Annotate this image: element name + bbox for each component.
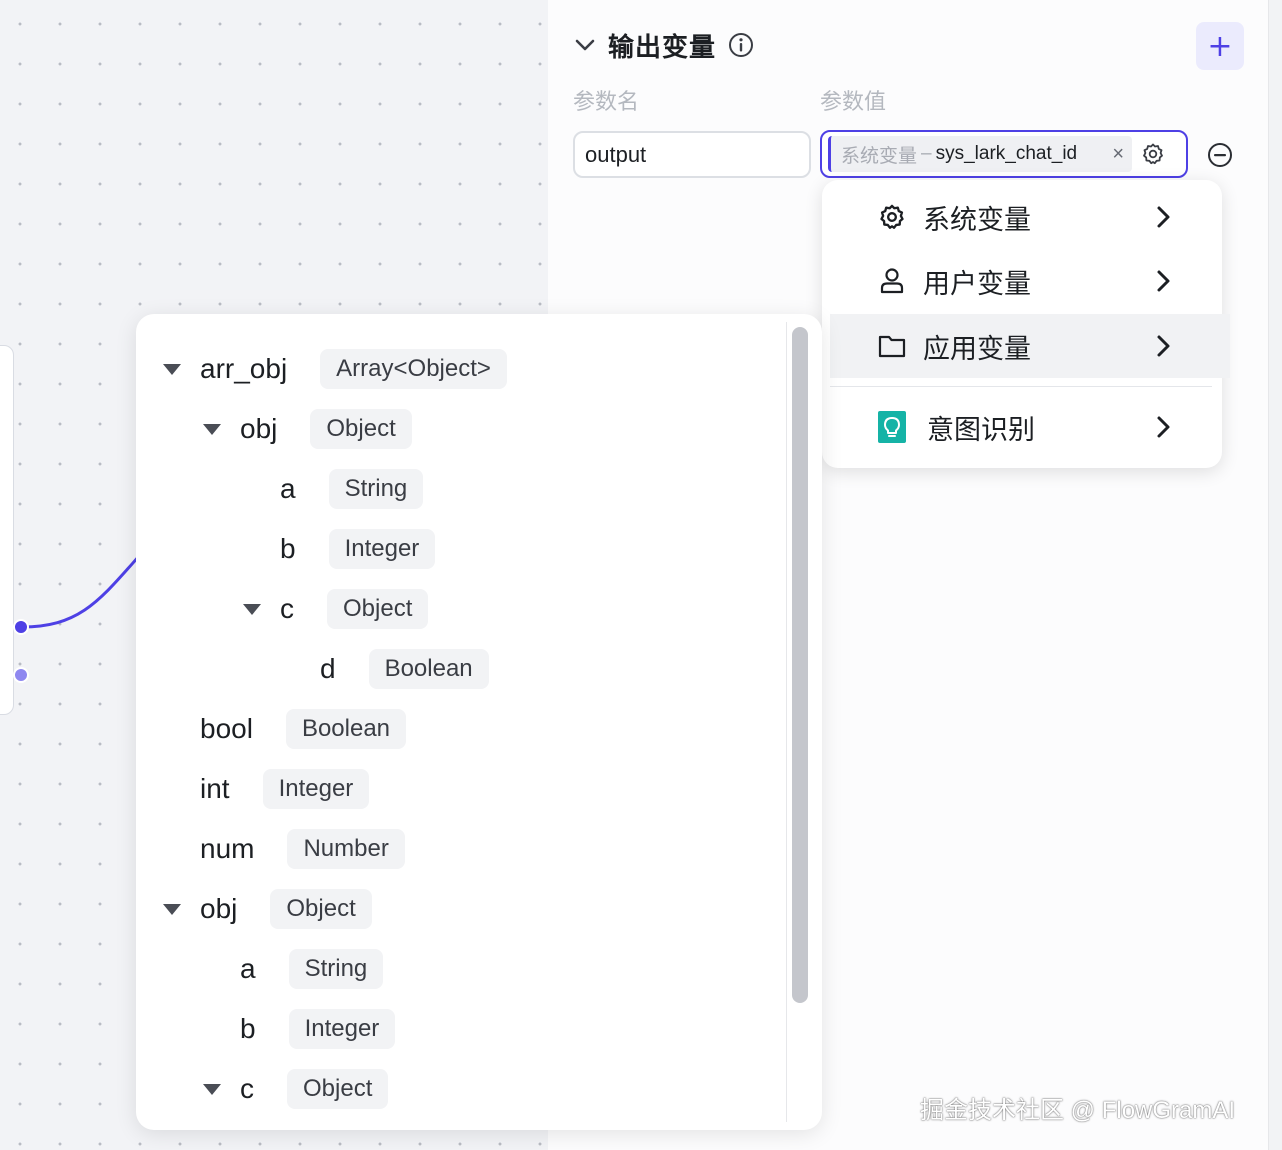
tree-row[interactable]: c Object — [240, 1067, 389, 1111]
tree-row-name: b — [280, 533, 296, 564]
menu-item-label: 应用变量 — [923, 333, 1031, 365]
tree-row[interactable]: a String — [280, 467, 424, 511]
chevron-right-icon — [1154, 334, 1174, 358]
menu-item-intent[interactable]: 意图识别 — [830, 396, 1230, 458]
menu-divider — [830, 386, 1212, 387]
column-label-value: 参数值 — [820, 90, 887, 115]
tree-row-name: num — [200, 833, 255, 864]
tree-row-name: bool — [200, 713, 253, 744]
lightbulb-icon — [878, 411, 906, 443]
watermark: 掘金技术社区 @ FlowGramAI — [920, 1097, 1236, 1124]
scrollbar-thumb[interactable] — [792, 327, 808, 1003]
tree-row[interactable]: obj Object — [240, 407, 412, 451]
menu-item-label: 意图识别 — [927, 414, 1035, 446]
tree-row-name: obj — [240, 413, 278, 444]
tree-row[interactable]: a String — [240, 947, 384, 991]
tree-row[interactable]: int Integer — [200, 767, 370, 811]
type-badge: Integer — [328, 529, 436, 569]
chevron-down-icon[interactable] — [574, 34, 596, 56]
menu-item-label: 用户变量 — [923, 268, 1031, 300]
caret-down-icon[interactable] — [242, 603, 262, 617]
output-port[interactable] — [13, 619, 29, 635]
param-value-input[interactable]: 系统变量 – sys_lark_chat_id × — [820, 130, 1188, 178]
chevron-right-icon — [1154, 269, 1174, 293]
tree-row[interactable]: d Boolean — [320, 647, 489, 691]
tree-row-name: obj — [200, 893, 238, 924]
type-badge: Number — [287, 829, 405, 869]
tree-row-name: c — [240, 1073, 254, 1104]
tree-row-name: arr_obj — [200, 353, 288, 384]
tree-row-name: c — [280, 593, 294, 624]
type-badge: Object — [327, 589, 429, 629]
tree-row[interactable]: arr_obj Array<Object> — [200, 347, 507, 391]
variable-tag-separator: – — [921, 143, 932, 164]
section-title: 输出变量 — [608, 32, 717, 63]
tree-row[interactable]: obj Object — [200, 887, 372, 931]
variable-tag[interactable]: 系统变量 – sys_lark_chat_id × — [828, 136, 1132, 172]
type-badge: String — [288, 949, 384, 989]
menu-item-system-vars[interactable]: 系统变量 — [830, 186, 1230, 248]
type-badge: Object — [310, 409, 412, 449]
tree-row-name: a — [280, 473, 296, 504]
user-icon — [878, 267, 906, 295]
chevron-right-icon — [1154, 205, 1174, 229]
variable-tag-name: sys_lark_chat_id — [935, 143, 1078, 164]
type-badge: Integer — [288, 1009, 396, 1049]
add-output-button[interactable]: + — [1196, 22, 1244, 70]
tree-row-name: a — [240, 953, 256, 984]
type-badge: Integer — [262, 769, 370, 809]
param-name-input[interactable]: output — [573, 131, 811, 178]
type-badge: Boolean — [285, 709, 407, 749]
gear-icon[interactable] — [1136, 137, 1170, 171]
tree-row-name: d — [320, 653, 336, 684]
caret-down-icon[interactable] — [162, 903, 182, 917]
tree-row-name: int — [200, 773, 230, 804]
scrollbar-track — [786, 322, 787, 1122]
tree-row[interactable]: b Integer — [280, 527, 436, 571]
type-badge: String — [328, 469, 424, 509]
tree-row[interactable]: num Number — [200, 827, 405, 871]
type-badge: Object — [270, 889, 372, 929]
menu-item-app-vars[interactable]: 应用变量 — [830, 314, 1230, 378]
variable-menu: 系统变量 用户变量 应用变量 意图识别 — [822, 180, 1230, 468]
column-label-name: 参数名 — [573, 90, 640, 115]
type-badge: Array<Object> — [320, 349, 507, 389]
tree-row-name: b — [240, 1013, 256, 1044]
tree-row[interactable]: c Object — [280, 587, 429, 631]
output-section-header: 输出变量 — [574, 26, 754, 64]
variable-tag-prefix: 系统变量 — [841, 145, 918, 167]
menu-item-user-vars[interactable]: 用户变量 — [830, 250, 1230, 312]
caret-down-icon[interactable] — [202, 1083, 222, 1097]
menu-item-label: 系统变量 — [923, 204, 1031, 236]
gear-icon — [878, 203, 906, 231]
caret-down-icon[interactable] — [202, 423, 222, 437]
chevron-right-icon — [1154, 415, 1174, 439]
folder-icon — [878, 332, 906, 360]
caret-down-icon[interactable] — [162, 363, 182, 377]
flow-node[interactable] — [0, 345, 14, 715]
close-icon[interactable]: × — [1112, 143, 1124, 166]
type-badge: Boolean — [368, 649, 489, 689]
tree-row[interactable]: bool Boolean — [200, 707, 407, 751]
info-icon[interactable] — [728, 32, 754, 58]
tree-row[interactable]: b Integer — [240, 1007, 396, 1051]
output-port-secondary[interactable] — [13, 667, 29, 683]
panel-edge — [1268, 0, 1282, 1150]
type-badge: Object — [287, 1069, 389, 1109]
remove-circle-icon[interactable] — [1206, 141, 1234, 169]
